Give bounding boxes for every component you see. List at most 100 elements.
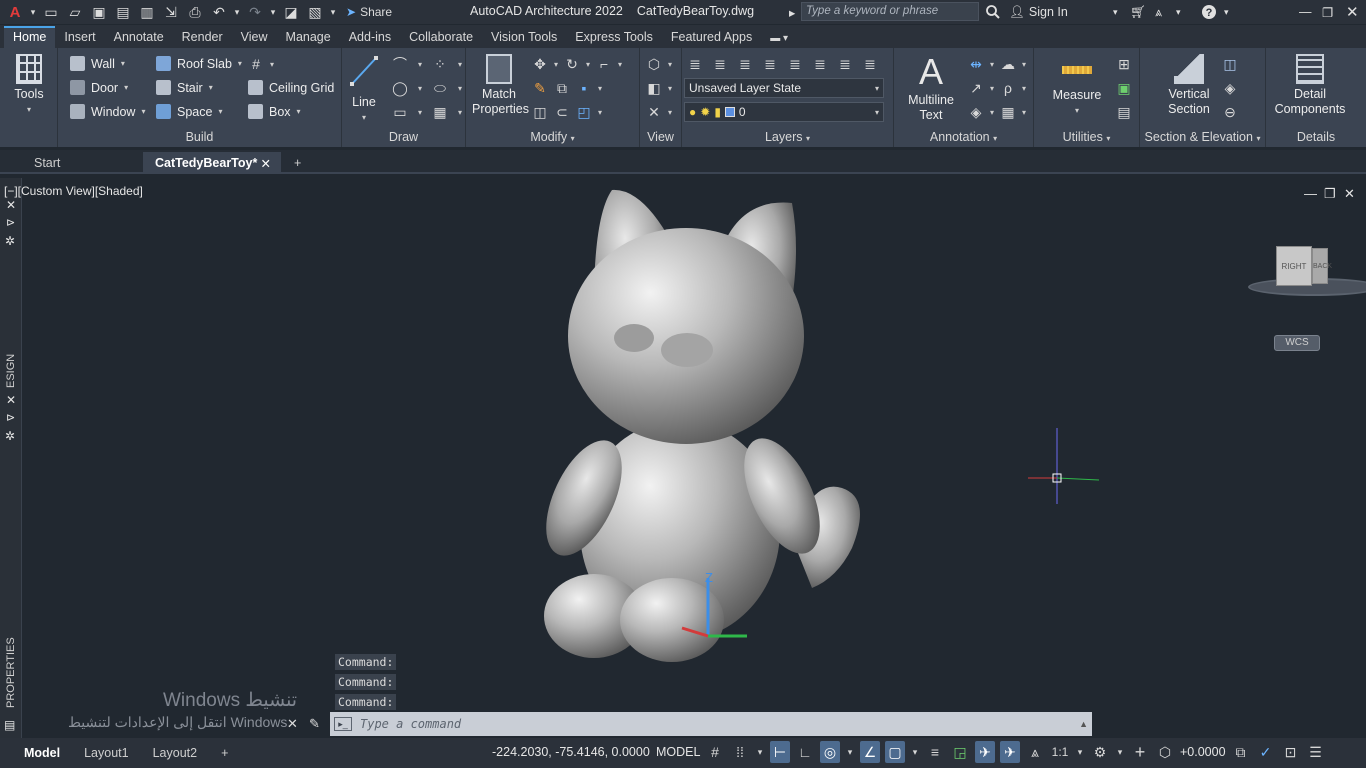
tab-featured-apps[interactable]: Featured Apps bbox=[662, 26, 761, 48]
tab-express-tools[interactable]: Express Tools bbox=[566, 26, 662, 48]
chevron-down-icon[interactable]: ▾ bbox=[586, 60, 590, 69]
command-input[interactable]: ▸_ Type a command ▲ bbox=[330, 712, 1092, 736]
snap-icon[interactable]: ⁞⁞ bbox=[730, 741, 750, 763]
box-button[interactable]: Box ▾ bbox=[248, 104, 301, 119]
new-tab-button[interactable]: + bbox=[282, 152, 313, 174]
workspace-gear-icon[interactable]: ⚙ bbox=[1090, 741, 1110, 763]
chevron-down-icon[interactable]: ▾ bbox=[328, 1, 338, 23]
elevation-icon[interactable]: ⬡ bbox=[1155, 741, 1175, 763]
polar-tracking-icon[interactable]: ◎ bbox=[820, 741, 840, 763]
array-icon[interactable]: ▪ bbox=[576, 80, 592, 96]
polyline-icon[interactable]: ⌒ bbox=[392, 56, 408, 72]
tab-render[interactable]: Render bbox=[173, 26, 232, 48]
vertical-section-button[interactable]: Vertical Section bbox=[1154, 54, 1224, 117]
auto-scale-icon[interactable]: ✈ bbox=[1000, 741, 1020, 763]
object-snap-icon[interactable]: ▢ bbox=[885, 741, 905, 763]
search-icon[interactable] bbox=[985, 0, 1001, 24]
ceiling-grid-button[interactable]: Ceiling Grid bbox=[248, 80, 334, 95]
erase-icon[interactable]: ✎ bbox=[532, 80, 548, 96]
grid-icon[interactable]: # bbox=[705, 741, 725, 763]
chevron-down-icon[interactable]: ▾ bbox=[1224, 0, 1229, 24]
detail-components-button[interactable]: Detail Components bbox=[1270, 54, 1350, 117]
tab-layout2[interactable]: Layout2 bbox=[141, 738, 209, 768]
layer-off-icon[interactable]: ≣ bbox=[837, 56, 853, 72]
annotation-panel-title[interactable]: Annotation ▾ bbox=[894, 130, 1033, 144]
multiline-text-button[interactable]: A Multiline Text bbox=[902, 54, 960, 123]
offset-icon[interactable]: ⊂ bbox=[554, 104, 570, 120]
tab-start[interactable]: Start bbox=[22, 152, 142, 174]
build-panel-title[interactable]: Build bbox=[58, 130, 341, 144]
close-icon[interactable]: ✕ bbox=[1346, 0, 1359, 24]
chevron-down-icon[interactable]: ▾ bbox=[458, 108, 462, 117]
callout-icon[interactable]: ⊖ bbox=[1222, 104, 1238, 120]
space-button[interactable]: Space ▾ bbox=[156, 104, 222, 119]
layers-panel-title[interactable]: Layers ▾ bbox=[682, 130, 893, 144]
chevron-down-icon[interactable]: ▾ bbox=[418, 60, 422, 69]
quick-select-icon[interactable]: ⊞ bbox=[1116, 56, 1132, 72]
chevron-down-icon[interactable]: ▾ bbox=[418, 108, 422, 117]
chevron-down-icon[interactable]: ▾ bbox=[618, 60, 622, 69]
save-as-icon[interactable]: ▤ bbox=[112, 1, 134, 23]
lineweight-icon[interactable]: ≡ bbox=[925, 741, 945, 763]
save-icon[interactable]: ▣ bbox=[88, 1, 110, 23]
measure-button[interactable]: Measure ▾ bbox=[1048, 60, 1106, 118]
tab-add-ins[interactable]: Add-ins bbox=[340, 26, 400, 48]
viewcube-back-face[interactable]: BACK bbox=[1312, 248, 1332, 284]
stair-button[interactable]: Stair ▾ bbox=[156, 80, 213, 95]
chevron-down-icon[interactable]: ▾ bbox=[554, 60, 558, 69]
chevron-down-icon[interactable]: ▾ bbox=[990, 108, 994, 117]
chevron-down-icon[interactable]: ▾ bbox=[1115, 741, 1125, 763]
hardware-acceleration-icon[interactable]: ⧉ bbox=[1231, 741, 1251, 763]
chevron-down-icon[interactable]: ▾ bbox=[418, 84, 422, 93]
chevron-down-icon[interactable]: ▾ bbox=[598, 84, 602, 93]
tab-manage[interactable]: Manage bbox=[277, 26, 340, 48]
restore-icon[interactable]: ❐ bbox=[1322, 0, 1333, 24]
chevron-down-icon[interactable]: ▾ bbox=[910, 741, 920, 763]
mirror-icon[interactable]: ◫ bbox=[532, 104, 548, 120]
section-box-icon[interactable]: ◫ bbox=[1222, 56, 1238, 72]
add-layout-button[interactable]: + bbox=[209, 738, 240, 768]
settings-icon[interactable]: ✲ bbox=[5, 234, 15, 248]
chevron-down-icon[interactable]: ▾ bbox=[990, 84, 994, 93]
fillet-icon[interactable]: ⌐ bbox=[596, 56, 612, 72]
rectangle-icon[interactable]: ▭ bbox=[392, 104, 408, 120]
dimension-icon[interactable]: ⇹ bbox=[968, 56, 984, 72]
annotation-visibility-icon[interactable]: ✈ bbox=[975, 741, 995, 763]
palette-menu-icon[interactable]: ▤ bbox=[4, 718, 15, 732]
open-folder-icon[interactable]: ▱ bbox=[64, 1, 86, 23]
utilities-panel-title[interactable]: Utilities ▾ bbox=[1034, 130, 1139, 144]
tab-collaborate[interactable]: Collaborate bbox=[400, 26, 482, 48]
current-layer-select[interactable]: ● ✹ ▮ 0 ▾ bbox=[684, 102, 884, 122]
chevron-down-icon[interactable]: ▾ bbox=[458, 84, 462, 93]
selection-cycling-icon[interactable]: ◲ bbox=[950, 741, 970, 763]
customization-menu-icon[interactable]: ☰ bbox=[1306, 741, 1326, 763]
chevron-down-icon[interactable]: ▾ bbox=[1022, 108, 1026, 117]
command-close-icon[interactable]: ✕ bbox=[287, 716, 298, 732]
tab-home[interactable]: Home bbox=[4, 26, 56, 48]
plot-icon[interactable]: ▥ bbox=[136, 1, 158, 23]
tab-insert[interactable]: Insert bbox=[55, 26, 104, 48]
help-icon[interactable]: ? bbox=[1201, 0, 1217, 24]
properties-icon[interactable]: ▧ bbox=[304, 1, 326, 23]
workspace-icon[interactable]: ◪ bbox=[280, 1, 302, 23]
minimize-icon[interactable]: — bbox=[1299, 0, 1312, 24]
hatch-icon[interactable]: ▦ bbox=[432, 104, 448, 120]
layer-state-select[interactable]: Unsaved Layer State ▾ bbox=[684, 78, 884, 98]
calculator-icon[interactable]: ▤ bbox=[1116, 104, 1132, 120]
coordinates-readout[interactable]: -224.2030, -75.4146, 0.0000 bbox=[492, 745, 650, 759]
window-button[interactable]: Window ▾ bbox=[70, 104, 145, 119]
point-icon[interactable]: ⁘ bbox=[432, 56, 448, 72]
chevron-down-icon[interactable]: ▾ bbox=[28, 1, 38, 23]
viewcube[interactable]: RIGHT BACK bbox=[1246, 244, 1366, 304]
layer-isolate-icon[interactable]: ≣ bbox=[762, 56, 778, 72]
close-icon[interactable]: ✕ bbox=[6, 198, 16, 212]
plus-icon[interactable]: + bbox=[1130, 741, 1150, 763]
isodraft-icon[interactable]: ∠ bbox=[860, 741, 880, 763]
new-file-icon[interactable]: ▭ bbox=[40, 1, 62, 23]
wcs-menu-button[interactable]: WCS bbox=[1274, 335, 1320, 351]
view-panel-title[interactable]: View bbox=[640, 130, 681, 144]
chevron-right-icon[interactable]: ▸ bbox=[789, 0, 795, 24]
viewport-restore-icon[interactable]: ❐ bbox=[1324, 186, 1336, 202]
wall-button[interactable]: Wall ▾ bbox=[70, 56, 125, 71]
tab-view[interactable]: View bbox=[232, 26, 277, 48]
